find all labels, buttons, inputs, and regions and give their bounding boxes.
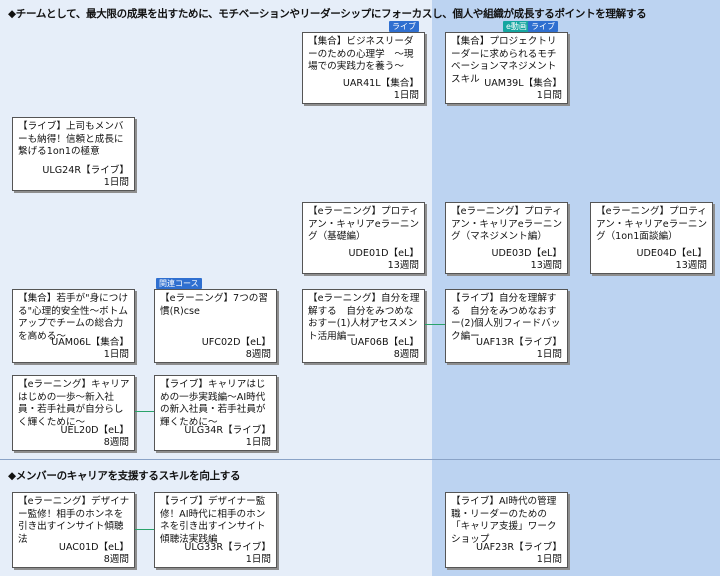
course-title: 【集合】ビジネスリーダーのための心理学 ～現場での実践力を養う～	[308, 36, 414, 72]
course-card-ulg33r[interactable]: 【ライブ】デザイナー監修！AI時代に相手のホンネを引き出すインサイト傾聴法実践編…	[154, 492, 277, 568]
section-heading-career-support: ◆メンバーのキャリアを支援するスキルを向上する	[8, 470, 241, 482]
course-duration: 1日間	[103, 176, 129, 188]
course-title: 【eラーニング】7つの習慣(R)cse	[160, 293, 268, 317]
course-connector	[425, 324, 445, 325]
course-duration: 1日間	[536, 89, 562, 101]
course-code: UFC02D【eL】	[201, 336, 271, 348]
course-duration: 13週間	[675, 259, 707, 271]
course-card-uel20d[interactable]: 【eラーニング】キャリアはじめの一歩～新入社員・若手社員が自分らしく輝くために～…	[12, 375, 135, 451]
course-code: UAM39L【集合】	[484, 77, 562, 89]
course-duration: 1日間	[103, 348, 129, 360]
course-card-ulg24r[interactable]: 【ライブ】上司もメンバーも納得！信頼と成長に繋げる1on1の極意 ULG24R【…	[12, 117, 135, 191]
course-title: 【集合】若手が"身につける"心理的安全性～ボトムアップでチームの総合力を高める～	[18, 293, 128, 342]
course-code: UDE03D【eL】	[491, 247, 562, 259]
live-tag: ライブ	[528, 21, 558, 32]
course-title: 【ライブ】上司もメンバーも納得！信頼と成長に繋げる1on1の極意	[18, 121, 124, 157]
course-duration: 8週間	[103, 436, 129, 448]
course-title: 【eラーニング】プロティアン・キャリアeラーニング（基礎編）	[308, 206, 420, 242]
course-code: UDE04D【eL】	[636, 247, 707, 259]
course-duration: 1日間	[536, 553, 562, 565]
course-title: 【ライブ】デザイナー監修！AI時代に相手のホンネを引き出すインサイト傾聴法実践編	[160, 496, 266, 545]
video-tag: e動画	[503, 21, 530, 32]
course-card-uac01d[interactable]: 【eラーニング】デザイナー監修！相手のホンネを引き出すインサイト傾聴法 UAC0…	[12, 492, 135, 568]
course-code: UAF23R【ライブ】	[476, 541, 562, 553]
live-tag: ライブ	[389, 21, 419, 32]
course-card-ude01d[interactable]: 【eラーニング】プロティアン・キャリアeラーニング（基礎編） UDE01D【eL…	[302, 202, 425, 274]
course-code: UAR41L【集合】	[342, 77, 419, 89]
course-title: 【eラーニング】デザイナー監修！相手のホンネを引き出すインサイト傾聴法	[18, 496, 130, 545]
course-duration: 8週間	[245, 348, 271, 360]
course-duration: 1日間	[536, 348, 562, 360]
course-code: UAC01D【eL】	[58, 541, 129, 553]
course-card-uam06l[interactable]: 【集合】若手が"身につける"心理的安全性～ボトムアップでチームの総合力を高める～…	[12, 289, 135, 363]
section-heading-motivation: ◆チームとして、最大限の成果を出すために、モチベーションやリーダーシップにフォー…	[8, 8, 647, 20]
course-title: 【ライブ】AI時代の管理職・リーダーのための「キャリア支援」ワークショップ	[451, 496, 557, 545]
course-duration: 1日間	[245, 436, 271, 448]
course-title: 【ライブ】キャリアはじめの一歩実践編～AI時代の新入社員・若手社員が輝くために～	[160, 379, 266, 428]
course-code: ULG34R【ライブ】	[184, 424, 271, 436]
course-card-uam39l[interactable]: 【集合】プロジェクトリーダーに求められるモチベーションマネジメントスキル UAM…	[445, 32, 568, 104]
course-card-uaf13r[interactable]: 【ライブ】自分を理解する 自分をみつめなおすー(2)個人別フィードバック編ー U…	[445, 289, 568, 363]
course-title: 【eラーニング】プロティアン・キャリアeラーニング（1on1面談編）	[596, 206, 708, 242]
course-duration: 13週間	[387, 259, 419, 271]
course-duration: 1日間	[393, 89, 419, 101]
course-card-uaf06b[interactable]: 【eラーニング】自分を理解する 自分をみつめなおすー(1)人材アセスメント活用編…	[302, 289, 425, 363]
course-title: 【ライブ】自分を理解する 自分をみつめなおすー(2)個人別フィードバック編ー	[451, 293, 561, 342]
course-title: 【eラーニング】自分を理解する 自分をみつめなおすー(1)人材アセスメント活用編…	[308, 293, 420, 342]
course-connector	[135, 411, 154, 412]
course-code: UAM06L【集合】	[51, 336, 129, 348]
course-card-ufc02d[interactable]: 【eラーニング】7つの習慣(R)cse UFC02D【eL】 8週間	[154, 289, 277, 363]
course-title: 【eラーニング】キャリアはじめの一歩～新入社員・若手社員が自分らしく輝くために～	[18, 379, 130, 428]
course-code: UAF06B【eL】	[350, 336, 419, 348]
course-title: 【eラーニング】プロティアン・キャリアeラーニング（マネジメント編）	[451, 206, 563, 242]
course-code: UEL20D【eL】	[60, 424, 129, 436]
course-connector	[135, 529, 154, 530]
course-duration: 1日間	[245, 553, 271, 565]
course-code: ULG33R【ライブ】	[184, 541, 271, 553]
course-code: UAF13R【ライブ】	[476, 336, 562, 348]
course-code: ULG24R【ライブ】	[42, 164, 129, 176]
course-code: UDE01D【eL】	[348, 247, 419, 259]
course-card-ude04d[interactable]: 【eラーニング】プロティアン・キャリアeラーニング（1on1面談編） UDE04…	[590, 202, 713, 274]
related-course-tag: 関連コース	[156, 278, 202, 289]
course-card-uar41l[interactable]: 【集合】ビジネスリーダーのための心理学 ～現場での実践力を養う～ UAR41L【…	[302, 32, 425, 104]
course-card-ulg34r[interactable]: 【ライブ】キャリアはじめの一歩実践編～AI時代の新入社員・若手社員が輝くために～…	[154, 375, 277, 451]
course-duration: 8週間	[393, 348, 419, 360]
course-duration: 8週間	[103, 553, 129, 565]
course-card-uaf23r[interactable]: 【ライブ】AI時代の管理職・リーダーのための「キャリア支援」ワークショップ UA…	[445, 492, 568, 568]
section-divider	[0, 459, 720, 460]
course-duration: 13週間	[530, 259, 562, 271]
course-card-ude03d[interactable]: 【eラーニング】プロティアン・キャリアeラーニング（マネジメント編） UDE03…	[445, 202, 568, 274]
